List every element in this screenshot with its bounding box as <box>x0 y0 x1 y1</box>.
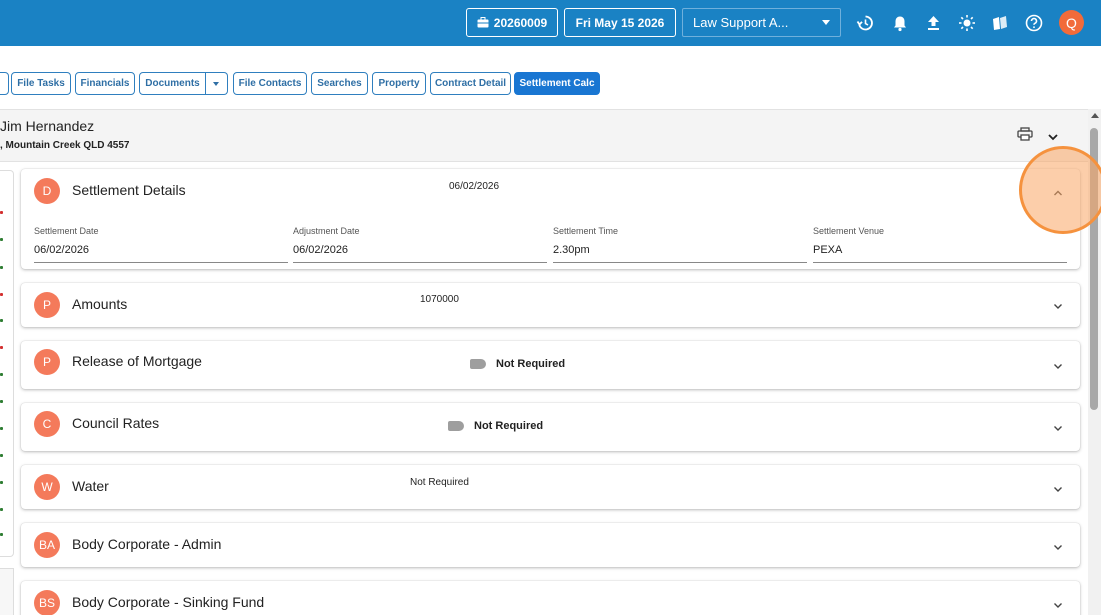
click-highlight <box>1019 146 1101 234</box>
current-date: Fri May 15 2026 <box>575 15 665 30</box>
chevron-down-icon[interactable] <box>1052 482 1064 494</box>
client-header <box>0 109 1088 162</box>
matter-number-button[interactable]: 20260009 <box>466 8 558 37</box>
field-label: Adjustment Date <box>293 226 360 236</box>
toggle-switch[interactable] <box>448 421 464 431</box>
tab-settlement-calc[interactable]: Settlement Calc <box>514 72 600 95</box>
status-toggle[interactable]: Not Required <box>470 358 565 370</box>
chevron-down-icon <box>822 20 830 25</box>
client-name: Jim Hernandez <box>0 118 95 134</box>
field-value: 2.30pm <box>553 244 590 256</box>
book-icon[interactable] <box>989 12 1011 34</box>
field-value: 06/02/2026 <box>293 244 349 256</box>
card-title: Release of Mortgage <box>72 353 202 369</box>
left-panel-lower <box>0 568 14 615</box>
chevron-down-icon <box>213 81 219 86</box>
release-of-mortgage-card[interactable]: P Release of Mortgage Not Required <box>21 341 1080 389</box>
tab-financials[interactable]: Financials <box>75 72 135 95</box>
user-avatar[interactable]: Q <box>1059 10 1084 35</box>
card-title: Water <box>72 478 109 494</box>
field-value: 06/02/2026 <box>34 244 90 256</box>
chevron-down-icon[interactable] <box>1052 421 1064 433</box>
tab-property[interactable]: Property <box>372 72 426 95</box>
field-label: Settlement Time <box>553 226 619 236</box>
settlement-details-card: D Settlement Details 06/02/2026 Settleme… <box>21 169 1080 269</box>
body-corporate-sinking-fund-card[interactable]: BS Body Corporate - Sinking Fund <box>21 581 1080 615</box>
tab-documents[interactable]: Documents <box>139 72 206 95</box>
scroll-up-arrow-icon[interactable] <box>1091 113 1099 118</box>
brightness-icon[interactable] <box>956 12 978 34</box>
date-button[interactable]: Fri May 15 2026 <box>564 8 676 37</box>
workspace-select[interactable]: Law Support A... <box>682 8 841 37</box>
header-chevron-down-icon[interactable] <box>1047 129 1061 141</box>
field-label: Settlement Venue <box>813 226 885 236</box>
left-panel <box>0 170 14 557</box>
settlement-time-field[interactable]: Settlement Time 2.30pm <box>553 226 807 263</box>
status-label: Not Required <box>496 358 566 370</box>
card-avatar: P <box>34 349 60 375</box>
settlement-date-field[interactable]: Settlement Date 06/02/2026 <box>34 226 288 263</box>
status-toggle[interactable]: Not Required <box>448 420 543 432</box>
card-title: Body Corporate - Sinking Fund <box>72 594 265 610</box>
history-icon[interactable] <box>854 12 876 34</box>
print-icon[interactable] <box>1017 127 1035 143</box>
matter-number: 20260009 <box>493 15 548 30</box>
amounts-card[interactable]: P Amounts 1070000 <box>21 283 1080 327</box>
card-avatar: W <box>34 474 60 500</box>
chevron-down-icon[interactable] <box>1052 598 1064 610</box>
bell-icon[interactable] <box>889 12 911 34</box>
tab-partial[interactable] <box>0 72 9 95</box>
council-rates-card[interactable]: C Council Rates Not Required <box>21 403 1080 451</box>
tab-file-contacts[interactable]: File Contacts <box>233 72 307 95</box>
card-title: Council Rates <box>72 415 160 431</box>
help-icon[interactable] <box>1023 12 1045 34</box>
documents-dropdown-button[interactable] <box>205 72 228 95</box>
adjustment-date-field[interactable]: Adjustment Date 06/02/2026 <box>293 226 547 263</box>
card-summary: 06/02/2026 <box>449 181 500 192</box>
card-avatar: C <box>34 411 60 437</box>
status-label: Not Required <box>474 420 544 432</box>
card-summary: Not Required <box>410 477 469 488</box>
card-title[interactable]: Settlement Details <box>72 182 186 198</box>
water-card[interactable]: W Water Not Required <box>21 465 1080 509</box>
body-corporate-admin-card[interactable]: BA Body Corporate - Admin <box>21 523 1080 567</box>
field-label: Settlement Date <box>34 226 99 236</box>
settlement-venue-field[interactable]: Settlement Venue PEXA <box>813 226 1067 263</box>
card-avatar: D <box>34 178 60 204</box>
card-avatar: BA <box>34 532 60 558</box>
tab-contract-detail[interactable]: Contract Detail <box>430 72 511 95</box>
card-summary: 1070000 <box>420 294 459 305</box>
chevron-down-icon[interactable] <box>1052 540 1064 552</box>
workspace-select-value: Law Support A... <box>693 15 789 30</box>
tab-file-tasks[interactable]: File Tasks <box>11 72 71 95</box>
field-value: PEXA <box>813 244 843 256</box>
card-avatar: P <box>34 292 60 318</box>
tab-searches[interactable]: Searches <box>311 72 368 95</box>
top-bar: 20260009 Fri May 15 2026 Law Support A..… <box>0 0 1101 46</box>
upload-icon[interactable] <box>922 12 944 34</box>
toggle-switch[interactable] <box>470 359 486 369</box>
chevron-down-icon[interactable] <box>1052 299 1064 311</box>
card-title: Amounts <box>72 296 128 312</box>
chevron-down-icon[interactable] <box>1052 359 1064 371</box>
briefcase-icon <box>477 17 489 28</box>
card-avatar: BS <box>34 590 60 615</box>
card-title: Body Corporate - Admin <box>72 536 222 552</box>
client-address: , Mountain Creek QLD 4557 <box>0 140 130 151</box>
